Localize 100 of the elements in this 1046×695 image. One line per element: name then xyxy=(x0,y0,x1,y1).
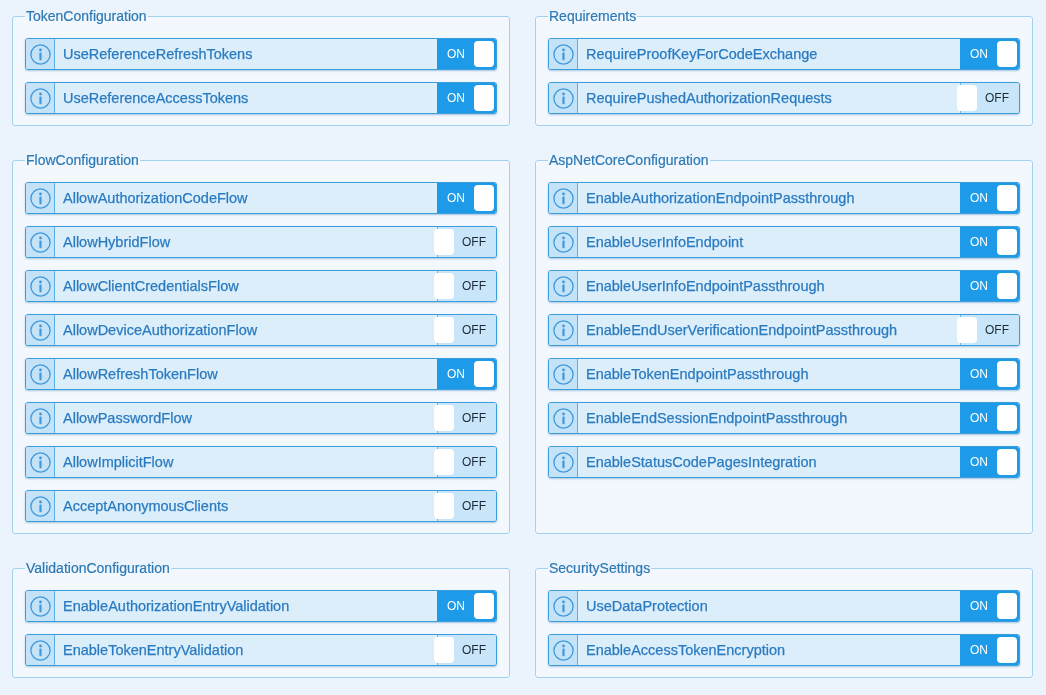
toggle-knob[interactable] xyxy=(434,405,454,431)
info-button[interactable] xyxy=(26,227,55,257)
info-button[interactable] xyxy=(549,315,578,345)
toggle-knob[interactable] xyxy=(997,229,1017,255)
info-icon xyxy=(29,639,51,661)
info-icon xyxy=(552,87,574,109)
toggle-switch[interactable]: ON xyxy=(437,591,496,621)
info-icon xyxy=(552,639,574,661)
toggle-knob[interactable] xyxy=(434,493,454,519)
info-button[interactable] xyxy=(26,39,55,69)
info-button[interactable] xyxy=(26,183,55,213)
info-button[interactable] xyxy=(549,635,578,665)
toggle-switch[interactable]: ON xyxy=(960,271,1019,301)
info-button[interactable] xyxy=(26,359,55,389)
toggle-switch[interactable]: ON xyxy=(960,183,1019,213)
info-button[interactable] xyxy=(549,39,578,69)
info-icon xyxy=(29,363,51,385)
toggle-switch[interactable]: ON xyxy=(437,83,496,113)
toggle-knob[interactable] xyxy=(434,637,454,663)
toggle-knob[interactable] xyxy=(474,361,494,387)
info-button[interactable] xyxy=(26,315,55,345)
toggle-switch[interactable]: ON xyxy=(960,227,1019,257)
section-title: ValidationConfiguration xyxy=(25,560,171,577)
toggle-switch[interactable]: OFF xyxy=(960,83,1019,113)
info-button[interactable] xyxy=(549,359,578,389)
toggle-switch[interactable]: OFF xyxy=(437,271,496,301)
info-icon xyxy=(29,187,51,209)
info-button[interactable] xyxy=(549,271,578,301)
setting-label: AllowHybridFlow xyxy=(62,233,172,252)
toggle-switch[interactable]: ON xyxy=(960,447,1019,477)
setting-label: EnableTokenEndpointPassthrough xyxy=(585,365,810,384)
info-icon xyxy=(29,231,51,253)
info-button[interactable] xyxy=(549,227,578,257)
setting-label: AllowPasswordFlow xyxy=(62,409,193,428)
setting-label: RequireProofKeyForCodeExchange xyxy=(585,45,819,64)
setting-label: AllowRefreshTokenFlow xyxy=(62,365,219,384)
toggle-switch[interactable]: ON xyxy=(960,591,1019,621)
setting-label: EnableEndUserVerificationEndpointPassthrough xyxy=(585,321,899,340)
info-icon xyxy=(29,595,51,617)
toggle-switch[interactable]: ON xyxy=(437,39,496,69)
info-button[interactable] xyxy=(26,591,55,621)
toggle-switch[interactable]: ON xyxy=(960,635,1019,665)
toggle-switch[interactable]: ON xyxy=(437,359,496,389)
info-button[interactable] xyxy=(26,491,55,521)
toggle-switch[interactable]: OFF xyxy=(437,315,496,345)
toggle-knob[interactable] xyxy=(434,449,454,475)
toggle-knob[interactable] xyxy=(474,593,494,619)
toggle-knob[interactable] xyxy=(997,41,1017,67)
toggle-switch[interactable]: OFF xyxy=(437,635,496,665)
toggle-knob[interactable] xyxy=(434,229,454,255)
info-button[interactable] xyxy=(549,591,578,621)
toggle-switch[interactable]: OFF xyxy=(437,491,496,521)
section-title: Requirements xyxy=(548,8,638,25)
toggle-knob[interactable] xyxy=(997,449,1017,475)
toggle-knob[interactable] xyxy=(997,405,1017,431)
setting-label: AllowClientCredentialsFlow xyxy=(62,277,240,296)
info-button[interactable] xyxy=(26,83,55,113)
setting-label: EnableTokenEntryValidation xyxy=(62,641,245,660)
info-icon xyxy=(29,319,51,341)
info-button[interactable] xyxy=(549,403,578,433)
toggle-knob[interactable] xyxy=(957,85,977,111)
info-icon xyxy=(29,451,51,473)
toggle-switch[interactable]: OFF xyxy=(437,227,496,257)
toggle-knob[interactable] xyxy=(997,273,1017,299)
setting-label: UseReferenceRefreshTokens xyxy=(62,45,254,64)
toggle-knob[interactable] xyxy=(474,185,494,211)
toggle-switch[interactable]: ON xyxy=(960,359,1019,389)
setting-label: EnableEndSessionEndpointPassthrough xyxy=(585,409,849,428)
toggle-switch[interactable]: OFF xyxy=(437,403,496,433)
toggle-knob[interactable] xyxy=(997,361,1017,387)
toggle-switch[interactable]: ON xyxy=(960,39,1019,69)
setting-label: EnableAuthorizationEndpointPassthrough xyxy=(585,189,856,208)
info-button[interactable] xyxy=(26,447,55,477)
toggle-knob[interactable] xyxy=(957,317,977,343)
setting-label: EnableAuthorizationEntryValidation xyxy=(62,597,291,616)
info-button[interactable] xyxy=(549,83,578,113)
info-icon xyxy=(552,595,574,617)
info-icon xyxy=(552,231,574,253)
info-button[interactable] xyxy=(26,635,55,665)
setting-label: EnableStatusCodePagesIntegration xyxy=(585,453,818,472)
toggle-switch[interactable]: ON xyxy=(437,183,496,213)
info-button[interactable] xyxy=(549,183,578,213)
setting-label: EnableAccessTokenEncryption xyxy=(585,641,787,660)
section-title: FlowConfiguration xyxy=(25,152,140,169)
info-icon xyxy=(552,407,574,429)
toggle-knob[interactable] xyxy=(997,637,1017,663)
toggle-knob[interactable] xyxy=(474,85,494,111)
info-button[interactable] xyxy=(26,403,55,433)
toggle-knob[interactable] xyxy=(997,185,1017,211)
toggle-knob[interactable] xyxy=(434,317,454,343)
toggle-knob[interactable] xyxy=(434,273,454,299)
toggle-knob[interactable] xyxy=(474,41,494,67)
toggle-knob[interactable] xyxy=(997,593,1017,619)
info-icon xyxy=(552,363,574,385)
toggle-switch[interactable]: OFF xyxy=(437,447,496,477)
info-button[interactable] xyxy=(26,271,55,301)
info-button[interactable] xyxy=(549,447,578,477)
toggle-switch[interactable]: OFF xyxy=(960,315,1019,345)
section-title: TokenConfiguration xyxy=(25,8,148,25)
toggle-switch[interactable]: ON xyxy=(960,403,1019,433)
